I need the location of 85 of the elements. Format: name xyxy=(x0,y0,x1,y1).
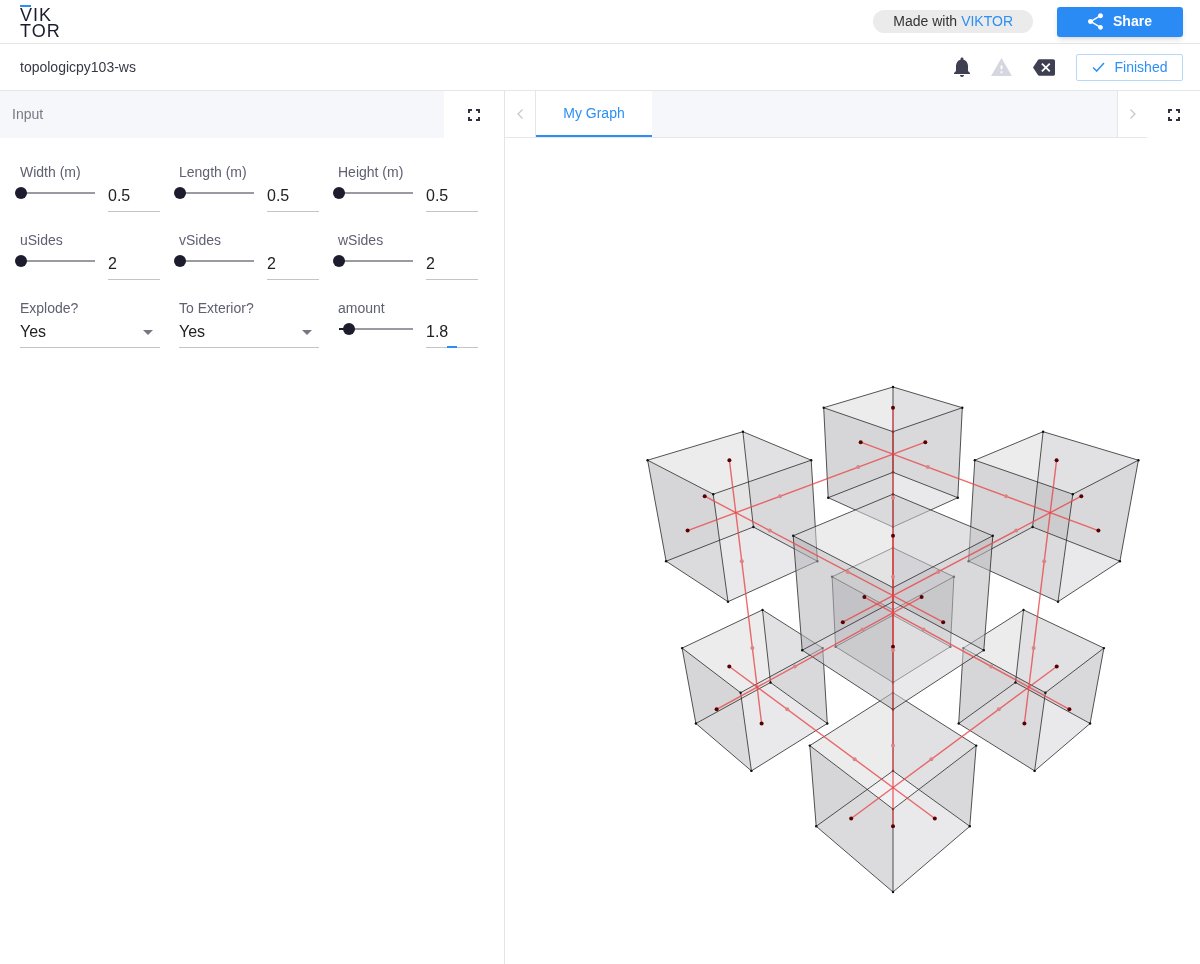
graph-node xyxy=(1042,559,1047,564)
graph-node xyxy=(1054,458,1059,463)
graph-node xyxy=(1014,528,1019,533)
made-with-link[interactable]: Made with VIKTOR xyxy=(873,10,1033,33)
graph-node xyxy=(891,824,895,829)
graph-node xyxy=(750,646,755,651)
graph-node xyxy=(845,569,850,574)
graph-node xyxy=(856,465,861,470)
field-label: amount xyxy=(338,299,386,317)
expand-icon xyxy=(1167,108,1180,121)
graph-node xyxy=(792,664,797,669)
field-label: To Exterior? xyxy=(179,299,255,317)
slider-thumb[interactable] xyxy=(15,187,27,199)
graph-node xyxy=(685,528,690,533)
number-field[interactable]: 2 xyxy=(426,249,478,280)
graph-node xyxy=(840,620,845,625)
select-field[interactable]: Yes xyxy=(20,317,160,348)
chevron-left-icon xyxy=(517,109,523,119)
project-title: topologicpy103-ws xyxy=(20,57,136,77)
slider-thumb[interactable] xyxy=(333,255,345,267)
graph-node xyxy=(862,595,867,600)
field-label: uSides xyxy=(20,231,64,249)
graph-node xyxy=(932,816,937,821)
graph-node xyxy=(1031,646,1036,651)
panel-title: Input xyxy=(12,105,44,124)
graph-node xyxy=(941,620,946,625)
slider-thumb[interactable] xyxy=(333,187,345,199)
graph-node xyxy=(858,440,863,445)
graph-node xyxy=(849,816,854,821)
graph-node xyxy=(923,440,928,445)
graph-node xyxy=(891,405,895,410)
slider-thumb[interactable] xyxy=(174,255,186,267)
number-field[interactable]: 2 xyxy=(108,249,160,280)
number-field[interactable]: 0.5 xyxy=(267,181,319,212)
graph-node xyxy=(759,721,764,726)
slider-thumb[interactable] xyxy=(343,323,356,335)
check-icon xyxy=(1091,62,1105,72)
graph-node xyxy=(925,465,930,470)
graph-node xyxy=(929,757,934,762)
graph-node xyxy=(989,664,994,669)
field-label: vSides xyxy=(179,231,223,249)
graph-node xyxy=(1004,494,1008,499)
field-label: Height (m) xyxy=(338,163,405,181)
number-field[interactable]: 0.5 xyxy=(426,181,478,212)
graph-node xyxy=(891,495,895,500)
share-icon xyxy=(1088,13,1104,30)
graph-node xyxy=(767,528,772,533)
graph-node xyxy=(919,595,924,600)
graph-node xyxy=(921,627,926,632)
caret-icon xyxy=(302,329,312,335)
graph-node xyxy=(996,707,1001,712)
backspace-icon[interactable] xyxy=(1033,58,1055,76)
graph-node xyxy=(727,458,732,463)
graph-node xyxy=(727,664,732,669)
graph-node xyxy=(852,757,857,762)
slider-thumb[interactable] xyxy=(15,255,27,267)
graph-node xyxy=(860,627,865,632)
graph-node xyxy=(714,707,719,712)
chevron-right-icon xyxy=(1129,109,1136,119)
field-label: Width (m) xyxy=(20,163,82,181)
logo[interactable]: VIK TOR xyxy=(20,4,61,39)
field-label: wSides xyxy=(338,231,385,249)
slider-thumb[interactable] xyxy=(174,187,186,199)
field-label: Explode? xyxy=(20,299,80,317)
number-field[interactable]: 2 xyxy=(267,249,319,280)
graph-node xyxy=(739,559,744,564)
graph-node xyxy=(1079,494,1084,499)
graph-node xyxy=(891,533,895,538)
graph-node xyxy=(1096,528,1101,533)
graph-node xyxy=(778,494,782,499)
expand-icon xyxy=(468,108,480,121)
graph-node xyxy=(1022,721,1027,726)
graph-node xyxy=(702,494,707,499)
graph-node xyxy=(891,574,895,579)
graph-node xyxy=(785,707,790,712)
number-field[interactable]: 1.8 xyxy=(426,317,478,348)
bell-icon[interactable] xyxy=(954,57,970,77)
field-label: Length (m) xyxy=(179,163,248,181)
select-field[interactable]: Yes xyxy=(179,317,319,348)
caret-icon xyxy=(143,329,153,335)
graph-node xyxy=(936,569,941,574)
graph-node xyxy=(891,743,895,748)
number-field[interactable]: 0.5 xyxy=(108,181,160,212)
graph-node xyxy=(1067,707,1072,712)
graph-node xyxy=(1054,664,1059,669)
